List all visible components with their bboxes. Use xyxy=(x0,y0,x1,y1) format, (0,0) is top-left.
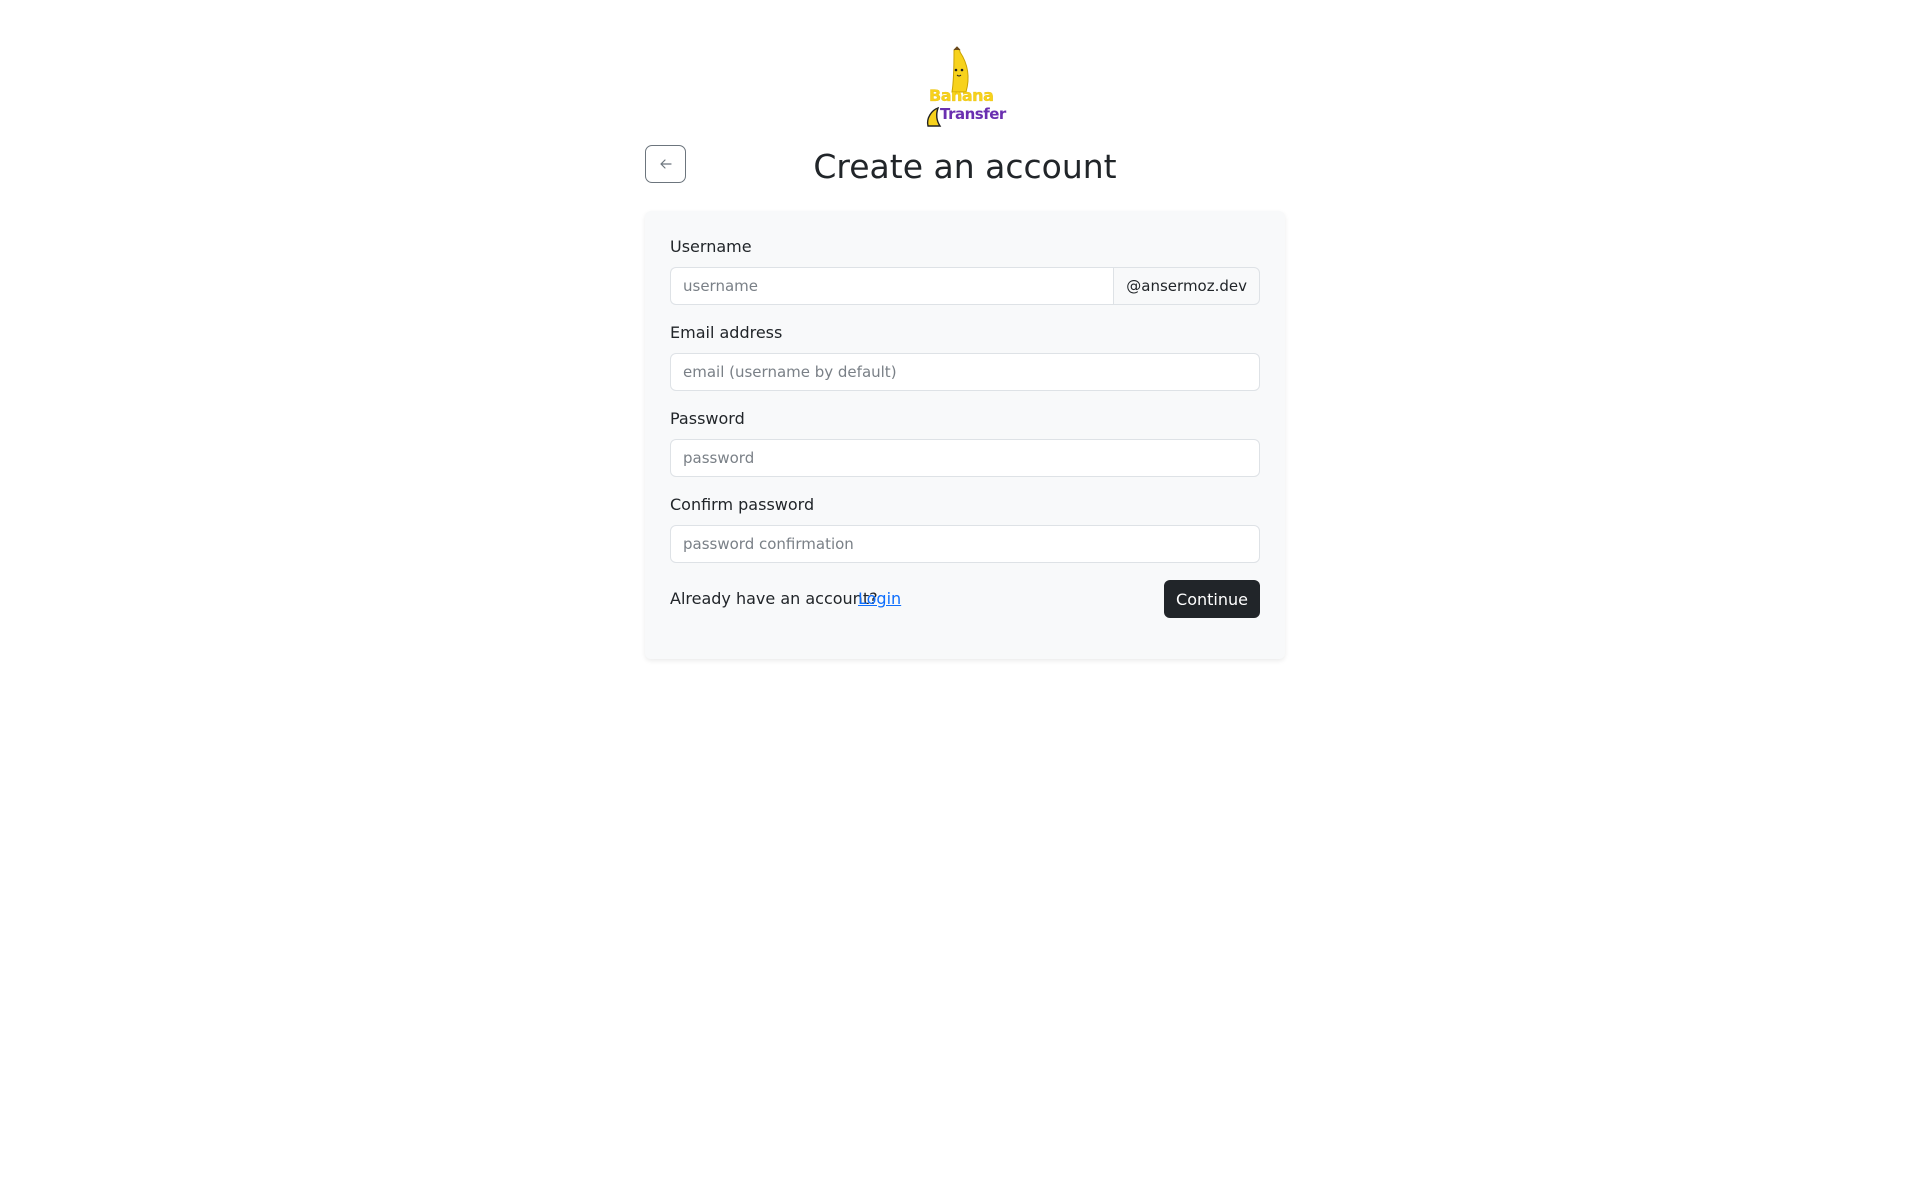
confirm-password-label: Confirm password xyxy=(670,495,815,514)
username-domain-suffix: @ansermoz.dev xyxy=(1113,267,1260,305)
username-label: Username xyxy=(670,237,752,256)
logo-word-banana: Banana xyxy=(929,86,994,105)
username-input-group: @ansermoz.dev xyxy=(670,267,1260,305)
email-label: Email address xyxy=(670,323,783,342)
password-label: Password xyxy=(670,409,745,428)
email-input[interactable] xyxy=(670,353,1260,391)
page-title: Create an account xyxy=(813,147,1117,186)
signup-page: Banana Transfer Create an account Userna… xyxy=(0,0,1920,1200)
form-footer: Already have an account? Login Continue xyxy=(670,580,1260,618)
continue-button[interactable]: Continue xyxy=(1164,580,1260,618)
signup-form-card: Username @ansermoz.dev Email address Pas… xyxy=(645,211,1285,659)
password-input[interactable] xyxy=(670,439,1260,477)
confirm-password-input[interactable] xyxy=(670,525,1260,563)
username-input[interactable] xyxy=(670,267,1114,305)
banana-transfer-logo: Banana Transfer xyxy=(924,46,1006,130)
login-link[interactable]: Login xyxy=(858,588,901,610)
already-have-account-text: Already have an account? xyxy=(670,589,878,608)
logo-word-transfer: Transfer xyxy=(940,105,1006,123)
